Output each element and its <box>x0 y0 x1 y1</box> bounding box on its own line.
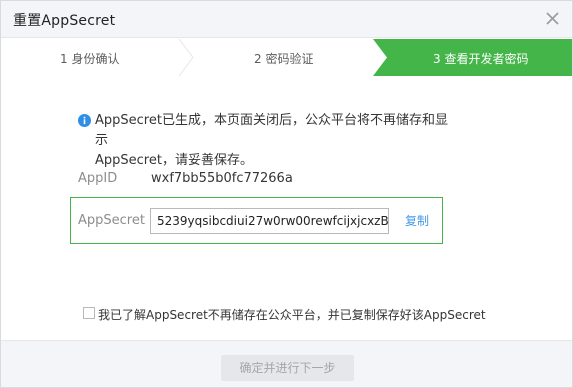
next-step-button[interactable]: 确定并进行下一步 <box>221 355 354 381</box>
close-icon[interactable] <box>545 11 560 26</box>
dialog-footer: 确定并进行下一步 <box>1 340 572 387</box>
step-indicator: 1 身份确认 2 密码验证 3 查看开发者密码 <box>1 39 572 76</box>
step-2-label: 2 密码验证 <box>254 52 314 66</box>
notice-line-2: AppSecret，请妥善保存。 <box>95 153 253 168</box>
appsecret-field[interactable]: 5239yqsibcdiui27w0rw00rewfcijxjcxzBsaS <box>150 208 389 234</box>
appid-value: wxf7bb55b0fc77266a <box>151 171 293 186</box>
appsecret-label: AppSecret <box>78 213 145 228</box>
info-icon <box>78 114 91 127</box>
step-3-label: 3 查看开发者密码 <box>433 52 529 66</box>
notice-message: AppSecret已生成，本页面关闭后，公众平台将不再储存和显示 AppSecr… <box>78 111 458 171</box>
notice-line-1: AppSecret已生成，本页面关闭后，公众平台将不再储存和显示 <box>95 113 448 148</box>
dialog-title: 重置AppSecret <box>13 13 116 29</box>
step-1-label: 1 身份确认 <box>60 52 120 66</box>
appid-label: AppID <box>78 171 118 186</box>
copy-button[interactable]: 复制 <box>405 212 429 229</box>
reset-appsecret-dialog: 重置AppSecret 1 身份确认 2 密码验证 3 查看开发者密码 AppS… <box>0 0 573 388</box>
dialog-header: 重置AppSecret <box>1 1 572 38</box>
appsecret-row: AppSecret 5239yqsibcdiui27w0rw00rewfcijx… <box>70 197 443 244</box>
confirm-checkbox[interactable] <box>83 307 95 319</box>
confirm-label[interactable]: 我已了解AppSecret不再储存在公众平台，并已复制保存好该AppSecret <box>98 306 486 323</box>
